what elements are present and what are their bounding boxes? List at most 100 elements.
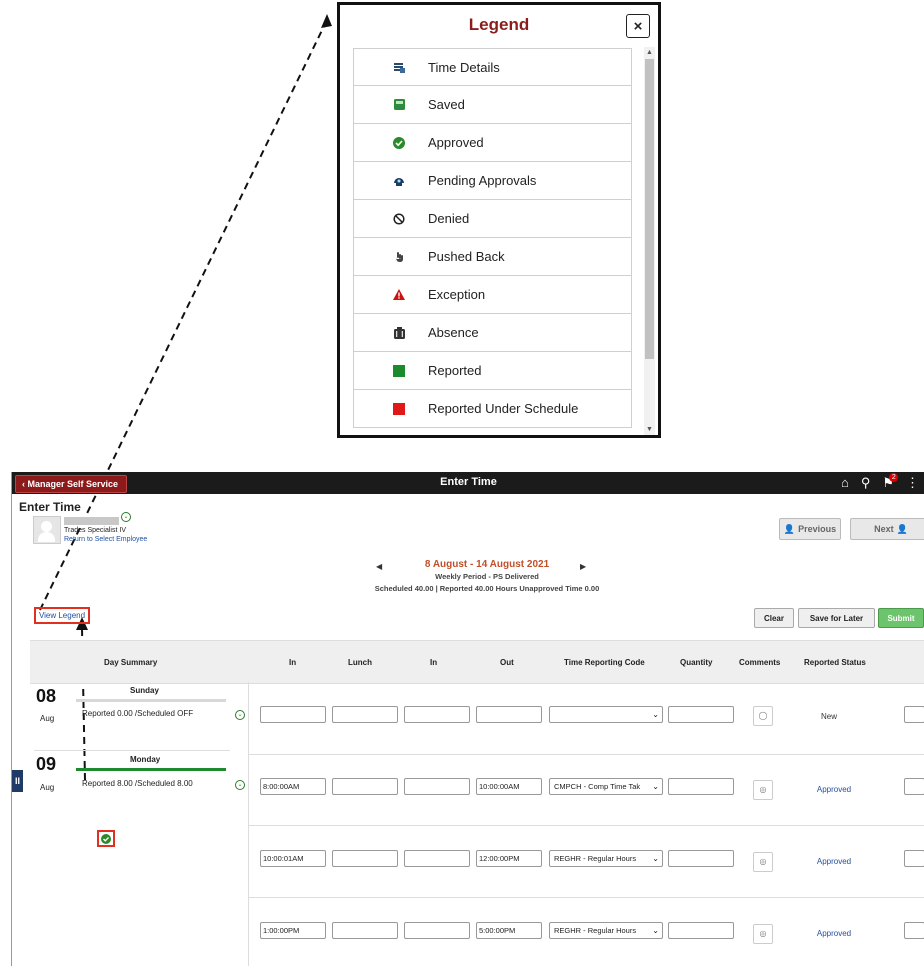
expand-icon[interactable]: ⌄ — [235, 710, 245, 720]
trc-select[interactable]: REGHR - Regular Hours ⌄ — [549, 850, 663, 867]
out-time-input[interactable]: 10:00:00AM — [476, 778, 542, 795]
expand-icon[interactable]: ⌄ — [235, 780, 245, 790]
reported-status: Approved — [816, 857, 852, 866]
grid-header: Day Summary In Lunch In Out Time Reporti… — [30, 640, 924, 684]
period-title: 8 August - 14 August 2021 — [424, 559, 550, 570]
denied-icon — [392, 212, 406, 226]
in-time-input[interactable]: 10:00:01AM — [260, 850, 326, 867]
extra-input[interactable] — [904, 778, 924, 795]
approved-status-highlight — [97, 830, 115, 847]
reported-status: New — [820, 712, 837, 721]
lunch-input[interactable] — [332, 922, 398, 939]
day-month: Aug — [40, 783, 55, 792]
extra-input[interactable] — [904, 850, 924, 867]
return-link[interactable]: Return to Select Employee — [64, 536, 147, 543]
view-legend-link[interactable]: View Legend — [34, 607, 90, 624]
scroll-down-icon[interactable]: ▼ — [646, 426, 653, 433]
search-icon[interactable]: ⚲ — [861, 475, 871, 491]
legend-scrollbar[interactable]: ▲ ▼ — [644, 47, 655, 435]
next-button[interactable]: Next 👤 — [850, 518, 924, 540]
in-time-input[interactable] — [260, 706, 326, 723]
lunch-input[interactable] — [332, 850, 398, 867]
employee-dropdown-icon[interactable]: ⌄ — [121, 512, 131, 522]
quantity-input[interactable] — [668, 706, 734, 723]
comment-icon[interactable]: ◎ — [753, 924, 773, 944]
lunch-input[interactable] — [332, 706, 398, 723]
in2-input[interactable] — [404, 850, 470, 867]
out-time-input[interactable]: 5:00:00PM — [476, 922, 542, 939]
in-time-input[interactable]: 1:00:00PM — [260, 922, 326, 939]
comment-icon[interactable]: ◎ — [753, 780, 773, 800]
previous-button[interactable]: 👤 Previous — [779, 518, 841, 540]
legend-item: Pending Approvals — [353, 162, 632, 200]
legend-dialog: Legend × Time Details Saved Approved Pen… — [337, 2, 661, 438]
row-separator — [248, 897, 924, 898]
side-panel-toggle[interactable]: II — [12, 770, 23, 792]
reported-under-schedule-icon — [392, 402, 406, 416]
quantity-input[interactable] — [668, 778, 734, 795]
day-progress-bar — [76, 768, 226, 771]
lunch-input[interactable] — [332, 778, 398, 795]
in2-input[interactable] — [404, 778, 470, 795]
trc-select[interactable]: CMPCH - Comp Time Tak ⌄ — [549, 778, 663, 795]
home-icon[interactable]: ⌂ — [841, 475, 849, 491]
notification-badge: 2 — [889, 473, 899, 482]
extra-input[interactable] — [904, 922, 924, 939]
out-time-input[interactable]: 12:00:00PM — [476, 850, 542, 867]
more-options-icon[interactable]: ⋮ — [906, 475, 919, 491]
in2-input[interactable] — [404, 706, 470, 723]
previous-period-icon[interactable]: ◀ — [376, 562, 382, 571]
legend-item: Denied — [353, 200, 632, 238]
day-name: Sunday — [130, 686, 159, 695]
quantity-input[interactable] — [668, 850, 734, 867]
day-reported: Reported 8.00 /Scheduled 8.00 — [82, 779, 193, 788]
scroll-up-icon[interactable]: ▲ — [646, 49, 653, 56]
col-trc: Time Reporting Code — [564, 658, 645, 667]
notifications-icon[interactable]: ⚑ 2 — [882, 473, 899, 491]
legend-item: Absence — [353, 314, 632, 352]
period-subtitle: Weekly Period - PS Delivered — [435, 572, 539, 581]
clear-button[interactable]: Clear — [754, 608, 794, 628]
person-icon: 👤 — [783, 523, 796, 534]
col-in: In — [289, 658, 297, 667]
topbar-title: Enter Time — [440, 476, 497, 488]
reported-status: Approved — [816, 929, 852, 938]
out-time-input[interactable] — [476, 706, 542, 723]
exception-icon — [392, 288, 406, 302]
save-for-later-button[interactable]: Save for Later — [798, 608, 875, 628]
reported-icon — [392, 364, 406, 378]
chevron-down-icon: ⌄ — [652, 782, 659, 791]
trc-select[interactable]: ⌄ — [549, 706, 663, 723]
pushed-back-icon — [392, 250, 406, 264]
day-month: Aug — [40, 714, 55, 723]
legend-item: Time Details — [353, 48, 632, 86]
legend-item: Exception — [353, 276, 632, 314]
employee-name-redacted — [64, 517, 119, 525]
pending-approvals-icon — [392, 174, 406, 188]
comment-icon[interactable]: ◎ — [753, 852, 773, 872]
comment-icon[interactable]: ◯ — [753, 706, 773, 726]
in2-input[interactable] — [404, 922, 470, 939]
extra-input[interactable] — [904, 706, 924, 723]
col-out: Out — [500, 658, 514, 667]
absence-icon — [392, 326, 406, 340]
row-separator — [248, 825, 924, 826]
submit-button[interactable]: Submit — [878, 608, 924, 628]
day-summary-panel: 08 Aug Sunday Reported 0.00 /Scheduled O… — [30, 682, 249, 966]
time-details-icon — [392, 60, 406, 74]
enter-time-screen: ‹ Manager Self Service Enter Time ⌂ ⚲ ⚑ 2… — [11, 472, 924, 966]
period-summary: Scheduled 40.00 | Reported 40.00 Hours U… — [374, 584, 600, 593]
day-number: 09 — [36, 754, 57, 774]
reported-status: Approved — [816, 785, 852, 794]
row-separator — [248, 754, 924, 755]
quantity-input[interactable] — [668, 922, 734, 939]
job-title: Trades Specialist IV — [64, 527, 126, 534]
next-period-icon[interactable]: ▶ — [580, 562, 586, 571]
day-separator — [34, 750, 230, 751]
in-time-input[interactable]: 8:00:00AM — [260, 778, 326, 795]
saved-icon — [392, 98, 406, 112]
col-comments: Comments — [739, 658, 781, 667]
trc-select[interactable]: REGHR - Regular Hours ⌄ — [549, 922, 663, 939]
scroll-thumb[interactable] — [645, 59, 654, 359]
close-button[interactable]: × — [626, 14, 650, 38]
